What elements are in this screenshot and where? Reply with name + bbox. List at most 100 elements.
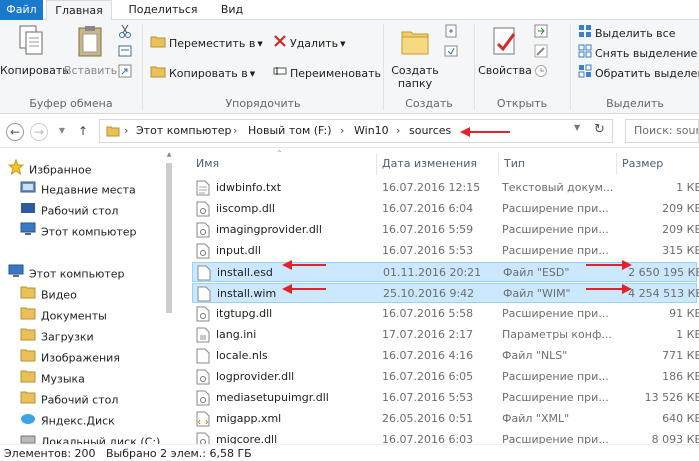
rename-icon <box>273 64 287 84</box>
tab-share[interactable]: Поделиться <box>118 0 208 20</box>
file-row[interactable]: mediasetupuimgr.dll 16.07.2016 5:53 Расшир… <box>192 388 699 408</box>
file-row[interactable]: logprovider.dll 16.07.2016 6:05 Расширение… <box>192 367 699 387</box>
paste-label: Вставить <box>64 64 118 77</box>
status-selected: Выбрано 2 элем.: 6,58 ГБ <box>106 447 252 460</box>
navigation-scrollbar[interactable]: ▲ <box>165 149 173 444</box>
breadcrumb-drive[interactable]: Новый том (F:) <box>248 124 332 137</box>
file-row[interactable]: input.dll 16.07.2016 5:53 Расширение при..… <box>192 241 699 261</box>
tab-home[interactable]: Главная <box>46 0 112 21</box>
select-none-button[interactable]: Снять выделение <box>578 44 697 62</box>
folder-icon <box>106 124 120 141</box>
delete-button[interactable]: Удалить ▼ <box>273 34 346 52</box>
nav-this-pc-fav[interactable]: Этот компьютер <box>20 222 137 242</box>
edit-button[interactable] <box>534 44 551 62</box>
copy-button[interactable]: Копировать <box>0 24 69 77</box>
refresh-icon[interactable]: ↻ <box>594 122 605 137</box>
arrow-left-icon: ← <box>9 125 21 139</box>
scrollbar-thumb[interactable] <box>166 163 172 313</box>
file-date: 16.07.2016 5:59 <box>382 223 474 236</box>
breadcrumb-separator: › <box>124 124 129 137</box>
file-size: 771 КБ <box>662 349 699 362</box>
file-type: Расширение при... <box>502 223 609 236</box>
nav-recent-places[interactable]: Недавние места <box>20 180 136 200</box>
file-type: Расширение при... <box>502 391 609 404</box>
file-row[interactable]: iiscomp.dll 16.07.2016 6:04 Расширение при… <box>192 199 699 219</box>
new-folder-label-1: Создать <box>391 64 439 77</box>
history-icon <box>534 64 548 84</box>
breadcrumb-sources[interactable]: sources <box>409 124 451 137</box>
nav-favorites[interactable]: Избранное <box>7 158 92 179</box>
file-type: Расширение при... <box>502 244 609 257</box>
cut-button[interactable] <box>118 24 135 42</box>
file-row[interactable]: lang.ini 17.07.2016 2:17 Параметры конф...… <box>192 325 699 345</box>
file-name: locale.nls <box>216 349 268 362</box>
move-to-button[interactable]: Переместить в ▼ <box>150 34 263 52</box>
nav-videos-label: Видео <box>41 288 77 302</box>
invert-selection-label: Обратить выделение <box>595 67 699 80</box>
folder-downloads-icon <box>20 327 36 348</box>
file-date: 25.10.2016 9:42 <box>383 287 475 300</box>
tab-view[interactable]: Вид <box>212 0 252 20</box>
rename-button[interactable]: Переименовать <box>273 64 381 82</box>
paste-button[interactable]: Вставить <box>64 24 118 77</box>
history-button[interactable] <box>534 64 551 82</box>
nav-pictures[interactable]: Изображения <box>20 348 120 368</box>
sort-indicator-icon: ⌃ <box>276 149 283 158</box>
up-button[interactable]: ↑ <box>74 123 92 141</box>
chevron-down-icon: ▼ <box>58 126 66 135</box>
copy-path-button[interactable] <box>118 44 135 62</box>
nav-favorites-label: Избранное <box>29 163 92 177</box>
nav-this-pc[interactable]: Этот компьютер <box>8 264 125 284</box>
new-folder-button[interactable]: Создать папку <box>388 24 442 90</box>
column-header-name[interactable]: Имя <box>196 153 219 175</box>
open-icon <box>534 24 548 44</box>
file-type: Файл "XML" <box>502 412 570 425</box>
search-input[interactable]: Поиск: sources <box>625 119 699 143</box>
new-item-button[interactable] <box>444 24 461 42</box>
column-separator[interactable] <box>616 153 617 175</box>
easy-access-button[interactable] <box>444 44 461 62</box>
nav-desktop-label: Рабочий стол <box>41 204 119 218</box>
nav-videos[interactable]: Видео <box>20 285 77 305</box>
breadcrumb-separator: › <box>233 124 238 137</box>
annotation-arrow <box>460 127 510 137</box>
nav-desktop[interactable]: Рабочий стол <box>20 201 118 221</box>
column-separator[interactable] <box>376 153 377 175</box>
arrow-right-icon: → <box>33 125 45 139</box>
copy-label: Копировать <box>0 64 69 77</box>
breadcrumb-this-pc[interactable]: Этот компьютер <box>136 124 232 137</box>
nav-documents[interactable]: Документы <box>20 306 107 326</box>
file-row[interactable]: locale.nls 16.07.2016 4:16 Файл "NLS" 771 К… <box>192 346 699 366</box>
open-button[interactable] <box>534 24 551 42</box>
nav-yandex-disk[interactable]: Яндекс.Диск <box>20 411 115 431</box>
file-row[interactable]: migapp.xml 26.05.2016 0:51 Файл "XML" 640 К… <box>192 409 699 429</box>
back-button[interactable]: ← <box>6 123 24 141</box>
properties-button[interactable]: Свойства <box>478 24 532 77</box>
recent-locations-button[interactable]: ▼ <box>53 123 71 141</box>
nav-desktop-pc[interactable]: Рабочий стол <box>20 390 118 410</box>
nav-downloads[interactable]: Загрузки <box>20 327 94 347</box>
tab-file[interactable]: Файл <box>0 0 43 20</box>
file-row[interactable]: itgtupg.dll 16.07.2016 5:58 Расширение при… <box>192 304 699 324</box>
breadcrumb-win10[interactable]: Win10 <box>354 124 389 137</box>
file-size: 91 КБ <box>669 307 699 320</box>
chevron-down-icon[interactable]: ▼ <box>574 123 580 132</box>
nav-music[interactable]: Музыка <box>20 369 85 389</box>
forward-button[interactable]: → <box>30 123 48 141</box>
file-row[interactable]: migcore.dll 16.07.2016 6:03 Расширение при… <box>192 430 699 444</box>
select-all-button[interactable]: Выделить все <box>578 24 675 42</box>
column-separator[interactable] <box>498 153 499 175</box>
address-box[interactable]: › Этот компьютер › Новый том (F:) › Win1… <box>99 119 613 143</box>
column-header-size[interactable]: Размер <box>622 153 663 175</box>
column-header-date[interactable]: Дата изменения <box>382 153 477 175</box>
paste-shortcut-button[interactable] <box>118 64 135 82</box>
select-none-label: Снять выделение <box>595 47 698 60</box>
column-header-type[interactable]: Тип <box>504 153 525 175</box>
file-row[interactable]: imagingprovider.dll 16.07.2016 5:59 Расшир… <box>192 220 699 240</box>
file-size: 186 КБ <box>662 370 699 383</box>
file-row[interactable]: idwbinfo.txt 16.07.2016 12:15 Текстовый до… <box>192 178 699 198</box>
file-date: 17.07.2016 2:17 <box>382 328 474 341</box>
invert-selection-button[interactable]: Обратить выделение <box>578 64 699 82</box>
copy-to-button[interactable]: Копировать в ▼ <box>150 64 255 82</box>
nav-local-disk[interactable]: Локальный диск (C:) <box>20 432 160 444</box>
